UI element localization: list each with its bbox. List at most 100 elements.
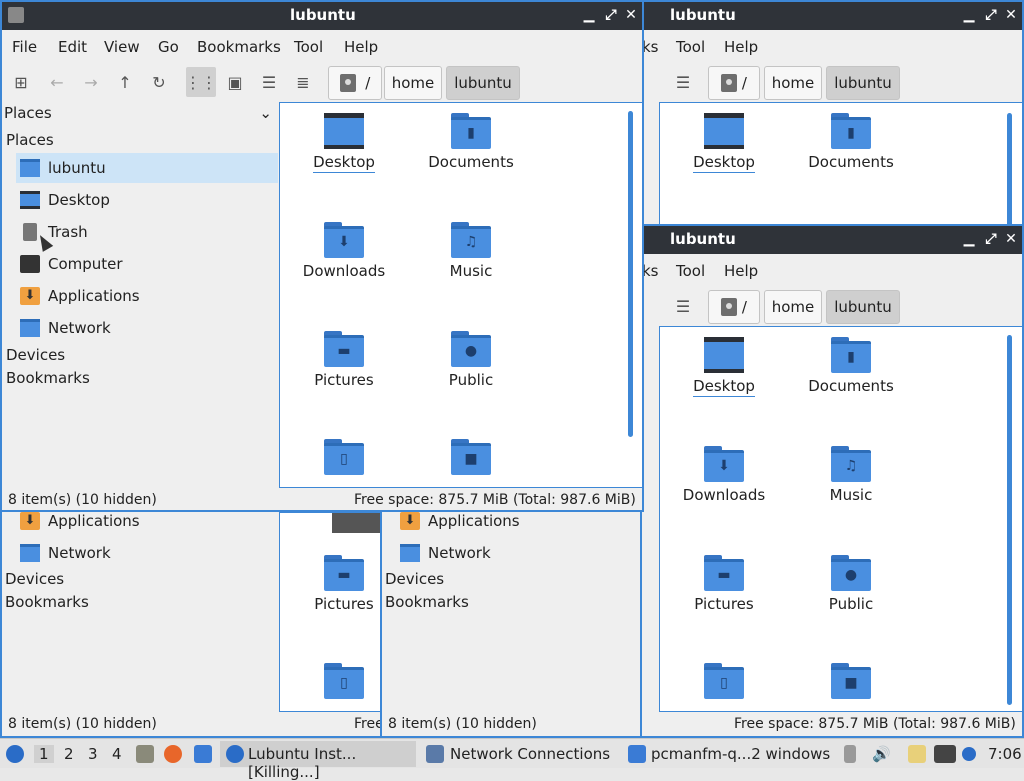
chevron-down-icon: ⌄ <box>259 104 272 122</box>
detail-list-icon[interactable]: ≣ <box>290 69 316 95</box>
detail-list-icon[interactable]: ☰ <box>670 69 696 95</box>
file-item-pictures[interactable]: ▬ Pictures <box>284 331 404 389</box>
minimize-button[interactable]: ▁ <box>580 5 598 25</box>
maximize-button[interactable]: ⤢ <box>982 5 1000 25</box>
maximize-button[interactable]: ⤢ <box>602 5 620 25</box>
task-lubuntu-installer[interactable]: Lubuntu Inst...[Killing...] <box>220 741 416 781</box>
file-item-templates[interactable]: ▯ <box>284 439 404 475</box>
file-item-templates[interactable]: ▯ <box>664 663 784 699</box>
file-pane[interactable]: ▬ Pictures ▯ <box>279 512 380 712</box>
scrollbar[interactable] <box>1007 113 1012 226</box>
minimize-button[interactable]: ▁ <box>960 229 978 249</box>
sidebar-item-desktop[interactable]: Desktop <box>16 185 278 215</box>
start-menu-icon[interactable] <box>6 745 24 763</box>
workspace-3[interactable]: 3 <box>88 745 98 763</box>
file-item-videos[interactable]: ■ <box>791 663 911 699</box>
file-item-documents[interactable]: ▮ Documents <box>791 337 911 395</box>
path-user-button[interactable]: lubuntu <box>446 66 520 100</box>
menu-help[interactable]: Help <box>724 38 758 56</box>
menu-tool[interactable]: Tool <box>294 38 323 56</box>
file-pane[interactable]: Desktop ▮ Documents ⬇ Downloads ♫ Music … <box>279 102 642 488</box>
menu-go[interactable]: Go <box>158 38 179 56</box>
sidebar-item-computer[interactable]: Computer <box>16 249 278 279</box>
file-item-downloads[interactable]: ⬇ Downloads <box>284 222 404 280</box>
file-item-documents[interactable]: ▮ Documents <box>791 113 911 171</box>
clipboard-icon[interactable] <box>908 745 926 763</box>
minimize-button[interactable]: ▁ <box>960 5 978 25</box>
file-item-documents[interactable]: ▮ Documents <box>411 113 531 171</box>
path-home-button[interactable]: home <box>384 66 442 100</box>
network-tray-icon[interactable] <box>934 745 956 763</box>
path-user-button[interactable]: lubuntu <box>826 290 900 324</box>
menu-edit[interactable]: Edit <box>58 38 87 56</box>
sidebar-item-lubuntu[interactable]: lubuntu <box>16 153 278 183</box>
detail-list-icon[interactable]: ☰ <box>670 293 696 319</box>
path-user-button[interactable]: lubuntu <box>826 66 900 100</box>
path-home-button[interactable]: home <box>764 66 822 100</box>
file-item-public[interactable]: ● Public <box>411 331 531 389</box>
menu-bookmarks-tail[interactable]: ks <box>642 38 659 56</box>
menu-help[interactable]: Help <box>344 38 378 56</box>
file-pane[interactable]: Desktop ▮ Documents <box>659 102 1022 226</box>
menu-bookmarks-tail[interactable]: ks <box>642 262 659 280</box>
file-item-templates[interactable]: ▯ <box>284 663 380 699</box>
new-tab-icon[interactable]: ⊞ <box>8 69 34 95</box>
scrollbar[interactable] <box>1007 335 1012 705</box>
file-manager-launcher-icon[interactable] <box>136 745 154 763</box>
title-bar[interactable]: lubuntu ▁ ⤢ ✕ <box>642 2 1022 30</box>
file-item-public[interactable]: ● Public <box>791 555 911 613</box>
firefox-icon[interactable] <box>164 745 182 763</box>
workspace-2[interactable]: 2 <box>64 745 74 763</box>
desktop-launcher-icon[interactable] <box>194 745 212 763</box>
file-item-desktop[interactable]: Desktop <box>664 113 784 173</box>
file-item-music[interactable]: ♫ Music <box>791 446 911 504</box>
file-item-downloads[interactable]: ⬇ Downloads <box>664 446 784 504</box>
arrow-right-icon[interactable]: → <box>78 69 104 95</box>
file-item-desktop[interactable]: Desktop <box>284 113 404 173</box>
menu-bookmarks[interactable]: Bookmarks <box>197 38 281 56</box>
sidebar-item-applications[interactable]: ⬇ Applications <box>16 281 278 311</box>
task-pcmanfm[interactable]: pcmanfm-q...2 windows <box>651 745 830 763</box>
close-button[interactable]: ✕ <box>1002 229 1020 249</box>
sidebar-item-trash[interactable]: Trash <box>16 217 278 247</box>
path-root-button[interactable]: / <box>708 290 760 324</box>
battery-icon[interactable] <box>844 745 856 763</box>
file-item-desktop[interactable]: Desktop <box>664 337 784 397</box>
sidebar-item-network[interactable]: Network <box>16 313 278 343</box>
templates-folder-icon: ▯ <box>324 663 364 699</box>
workspace-4[interactable]: 4 <box>112 745 122 763</box>
scrollbar[interactable] <box>628 111 633 437</box>
arrow-up-icon[interactable]: ↑ <box>112 69 138 95</box>
menu-tool[interactable]: Tool <box>676 262 705 280</box>
file-item-videos[interactable]: ■ <box>411 439 531 475</box>
path-root-button[interactable]: / <box>328 66 382 100</box>
title-bar[interactable]: lubuntu ▁ ⤢ ✕ <box>2 2 642 30</box>
workspace-1[interactable]: 1 <box>34 745 54 763</box>
file-item-pictures[interactable]: ▬ Pictures <box>664 555 784 613</box>
menu-help[interactable]: Help <box>724 262 758 280</box>
maximize-button[interactable]: ⤢ <box>982 229 1000 249</box>
sidebar-item-network[interactable]: Network <box>396 538 658 568</box>
arrow-left-icon[interactable]: ← <box>44 69 70 95</box>
file-item-music[interactable]: ♫ Music <box>411 222 531 280</box>
reload-icon[interactable]: ↻ <box>146 69 172 95</box>
grid-icon[interactable]: ⋮⋮ <box>185 67 217 97</box>
close-button[interactable]: ✕ <box>1002 5 1020 25</box>
task-network-connections[interactable]: Network Connections <box>450 745 610 763</box>
update-notifier-icon[interactable] <box>962 747 976 761</box>
path-home-button[interactable]: home <box>764 290 822 324</box>
file-pane[interactable]: Desktop ▮ Documents ⬇ Downloads ♫ Music … <box>659 326 1022 712</box>
menu-view[interactable]: View <box>104 38 140 56</box>
title-bar[interactable]: lubuntu ▁ ⤢ ✕ <box>642 226 1022 254</box>
places-dropdown[interactable]: Places ⌄ <box>4 104 276 122</box>
menu-tool[interactable]: Tool <box>676 38 705 56</box>
sidebar-item-network[interactable]: Network <box>16 538 278 568</box>
close-button[interactable]: ✕ <box>622 5 640 25</box>
file-item-pictures[interactable]: ▬ Pictures <box>284 555 380 613</box>
clock[interactable]: 7:06 <box>988 745 1022 763</box>
list-icon[interactable]: ☰ <box>256 69 282 95</box>
volume-icon[interactable]: 🔊 <box>872 745 891 763</box>
path-root-button[interactable]: / <box>708 66 760 100</box>
image-icon[interactable]: ▣ <box>222 69 248 95</box>
menu-file[interactable]: File <box>12 38 37 56</box>
